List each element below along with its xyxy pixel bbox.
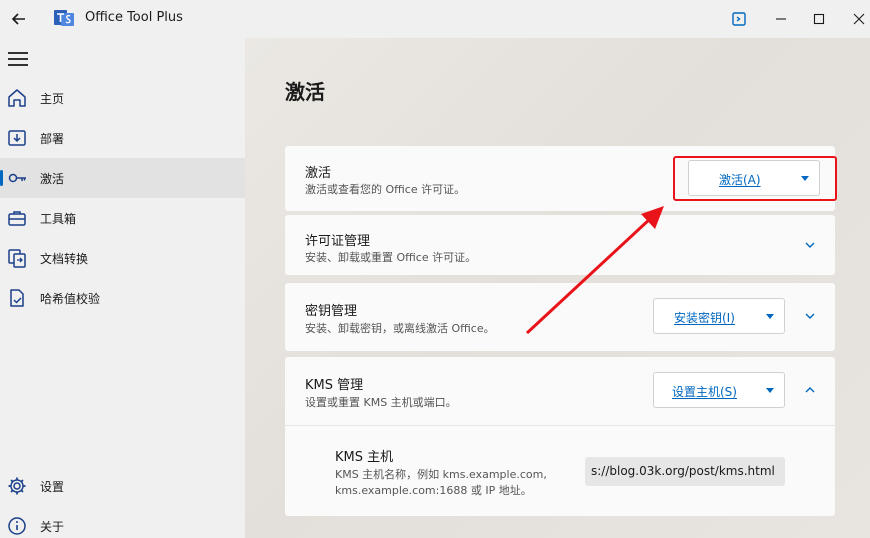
minimize-icon[interactable] bbox=[770, 8, 792, 30]
sidebar-item-document-convert[interactable]: 文档转换 bbox=[0, 238, 245, 278]
sidebar-item-label: 设置 bbox=[40, 480, 65, 494]
annotation-highlight-box bbox=[673, 156, 837, 201]
gear-icon bbox=[8, 477, 26, 495]
card-title: 许可证管理 bbox=[305, 234, 371, 249]
chevron-down-icon[interactable] bbox=[766, 388, 774, 393]
hash-check-icon bbox=[10, 289, 24, 307]
deploy-icon bbox=[8, 130, 26, 146]
window-title: Office Tool Plus bbox=[85, 10, 183, 25]
install-key-button-label: 安装密钥(I) bbox=[674, 311, 735, 325]
terminal-icon[interactable] bbox=[728, 8, 750, 30]
back-arrow-icon[interactable] bbox=[8, 8, 30, 30]
app-logo-icon bbox=[54, 10, 74, 26]
card-description: 设置或重置 KMS 主机或端口。 bbox=[305, 396, 457, 409]
page-title: 激活 bbox=[285, 80, 325, 104]
kms-host-title: KMS 主机 bbox=[335, 450, 394, 465]
sidebar-item-about[interactable]: 关于 bbox=[0, 506, 245, 538]
card-description: 激活或查看您的 Office 许可证。 bbox=[305, 183, 466, 196]
sidebar-item-label: 文档转换 bbox=[40, 252, 89, 266]
card-description: 安装、卸载密钥，或离线激活 Office。 bbox=[305, 322, 495, 335]
home-icon bbox=[8, 89, 26, 107]
sidebar-item-settings[interactable]: 设置 bbox=[0, 466, 245, 506]
divider bbox=[285, 425, 835, 426]
sidebar-item-home[interactable]: 主页 bbox=[0, 78, 245, 118]
sidebar-item-activate[interactable]: 激活 bbox=[0, 158, 245, 198]
sidebar-item-label: 工具箱 bbox=[40, 212, 77, 226]
set-host-button-label: 设置主机(S) bbox=[672, 385, 737, 399]
sidebar-item-label: 哈希值校验 bbox=[40, 292, 101, 306]
sidebar-item-label: 部署 bbox=[40, 132, 65, 146]
main-content: 激活 激活 激活或查看您的 Office 许可证。 激活(A) 许可证管理 安装… bbox=[245, 38, 870, 538]
info-icon bbox=[8, 517, 26, 535]
chevron-up-icon[interactable] bbox=[804, 384, 816, 396]
title-bar: Office Tool Plus bbox=[0, 0, 870, 38]
close-icon[interactable] bbox=[848, 8, 870, 30]
maximize-icon[interactable] bbox=[808, 8, 830, 30]
document-convert-icon bbox=[8, 249, 26, 268]
key-management-card: 密钥管理 安装、卸载密钥，或离线激活 Office。 安装密钥(I) bbox=[285, 283, 835, 351]
set-host-split-button[interactable]: 设置主机(S) bbox=[653, 372, 785, 408]
sidebar-item-label: 关于 bbox=[40, 520, 65, 534]
sidebar-item-label: 主页 bbox=[40, 92, 65, 106]
install-key-split-button[interactable]: 安装密钥(I) bbox=[653, 298, 785, 334]
kms-host-description: KMS 主机名称，例如 kms.example.com, bbox=[335, 468, 547, 481]
sidebar: 主页 部署 激活 工具箱 文档转换 哈希值校验 设置 关于 bbox=[0, 38, 245, 538]
kms-management-card: KMS 管理 设置或重置 KMS 主机或端口。 设置主机(S) KMS 主机 K… bbox=[285, 357, 835, 516]
kms-host-input[interactable]: s://blog.03k.org/post/kms.html bbox=[585, 457, 785, 486]
chevron-down-icon[interactable] bbox=[804, 239, 816, 251]
sidebar-item-deploy[interactable]: 部署 bbox=[0, 118, 245, 158]
sidebar-item-label: 激活 bbox=[40, 172, 65, 186]
toolbox-icon bbox=[8, 211, 26, 226]
card-title: 密钥管理 bbox=[305, 304, 358, 319]
sidebar-item-hash-check[interactable]: 哈希值校验 bbox=[0, 278, 245, 318]
card-title: KMS 管理 bbox=[305, 378, 364, 393]
chevron-down-icon[interactable] bbox=[804, 310, 816, 322]
hamburger-menu-icon[interactable] bbox=[8, 52, 28, 66]
card-title: 激活 bbox=[305, 166, 332, 181]
card-description: 安装、卸载或重置 Office 许可证。 bbox=[305, 251, 477, 264]
sidebar-item-toolbox[interactable]: 工具箱 bbox=[0, 198, 245, 238]
license-management-card[interactable]: 许可证管理 安装、卸载或重置 Office 许可证。 bbox=[285, 215, 835, 275]
chevron-down-icon[interactable] bbox=[766, 314, 774, 319]
key-icon bbox=[8, 173, 26, 183]
kms-host-description: kms.example.com:1688 或 IP 地址。 bbox=[335, 484, 532, 497]
